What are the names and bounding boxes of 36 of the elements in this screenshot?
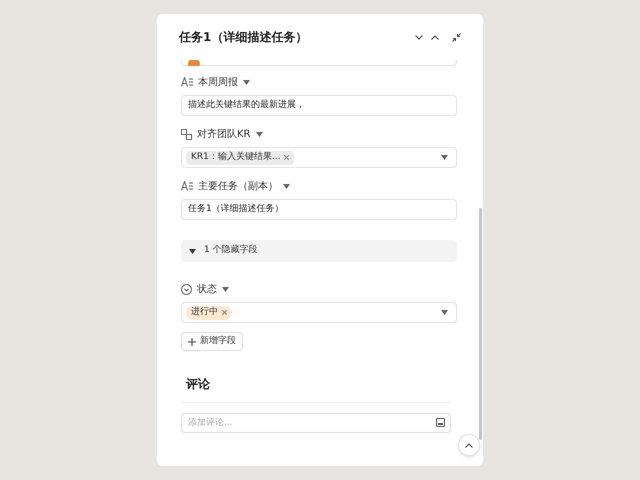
field-label: 状态 (197, 282, 217, 296)
remove-icon[interactable] (222, 310, 227, 315)
scrollbar[interactable] (479, 208, 482, 440)
plus-icon (188, 338, 196, 346)
field-label: 本周周报 (198, 76, 238, 90)
collapse-icon[interactable] (452, 32, 461, 42)
field-label: 主要任务（副本） (198, 180, 278, 194)
field-label: 对齐团队KR (197, 128, 251, 142)
status-icon (181, 284, 192, 294)
select-field[interactable]: KR1：输入关键结果... (181, 147, 457, 168)
text-type-icon (181, 181, 193, 191)
select-field[interactable]: 进行中 (181, 302, 457, 323)
text-type-icon (181, 77, 193, 87)
caret-icon (283, 184, 290, 188)
image-icon[interactable] (436, 418, 445, 427)
caret-icon (441, 155, 448, 160)
caret-icon (243, 80, 250, 84)
comments-heading: 评论 (186, 377, 210, 391)
caret-icon (441, 310, 448, 315)
comment-input[interactable]: 添加评论... (181, 413, 451, 433)
tag: KR1：输入关键结果... (186, 150, 294, 164)
scroll-top-button[interactable] (458, 434, 480, 456)
link-icon (181, 128, 192, 140)
text-field[interactable]: 任务1（详细描述任务） (181, 199, 457, 220)
remove-icon[interactable] (284, 155, 290, 160)
tag: 进行中 (186, 306, 232, 320)
hidden-fields-toggle[interactable]: 1 个隐藏字段 (181, 240, 457, 262)
caret-icon (222, 286, 229, 292)
panel-title: 任务1（详细描述任务） (179, 29, 308, 46)
chevron-up-icon (465, 442, 473, 448)
caret-icon (189, 248, 196, 254)
chevron-up-icon[interactable] (431, 34, 439, 40)
caret-icon (256, 132, 263, 136)
text-field[interactable]: 描述此关键结果的最新进展， (181, 95, 457, 116)
chevron-down-icon[interactable] (415, 34, 423, 40)
add-field-button[interactable]: 新增字段 (181, 332, 243, 351)
